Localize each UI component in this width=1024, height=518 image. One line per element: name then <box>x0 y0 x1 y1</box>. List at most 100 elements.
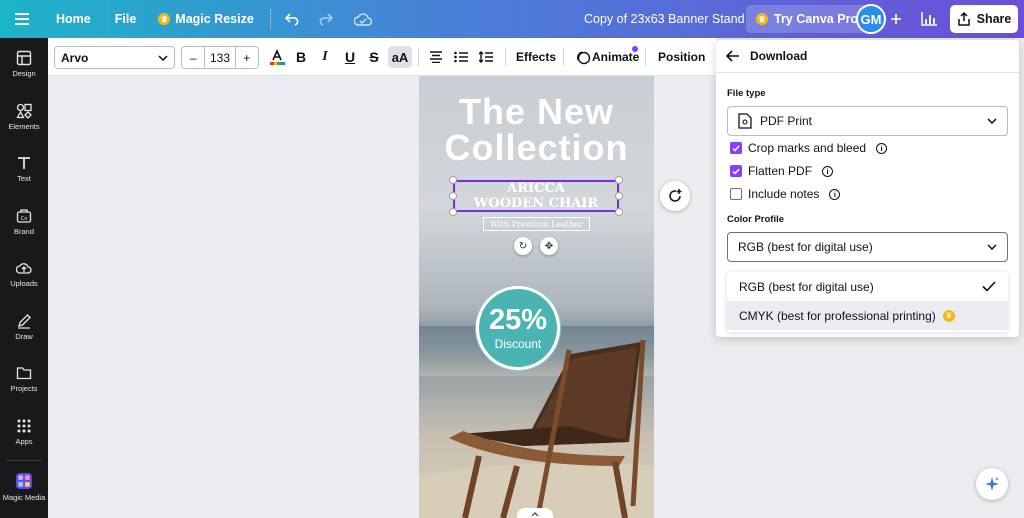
leather-tagline[interactable]: With Premium Leather <box>483 217 590 231</box>
increase-size-button[interactable]: + <box>236 51 258 65</box>
case-icon[interactable]: aA <box>388 46 412 68</box>
try-pro-button[interactable]: ♛ Try Canva Pro <box>746 5 869 33</box>
document-title[interactable]: Copy of 23x63 Banner Stand <box>584 12 745 26</box>
divider <box>418 48 419 66</box>
apps-icon <box>17 419 31 433</box>
crown-icon: ♛ <box>158 13 171 25</box>
color-profile-select[interactable]: RGB (best for digital use) <box>727 232 1008 262</box>
file-menu[interactable]: File <box>103 0 149 38</box>
cloud-save-icon[interactable] <box>347 0 379 38</box>
resize-handle[interactable] <box>615 192 623 200</box>
chevron-down-icon <box>987 244 997 250</box>
file-type-select[interactable]: PDF Print <box>727 106 1008 136</box>
discount-badge[interactable]: 25% Discount <box>476 286 560 370</box>
font-family-select[interactable]: Arvo <box>54 46 175 69</box>
color-profile-label: Color Profile <box>727 214 785 225</box>
align-center-icon[interactable] <box>425 46 447 68</box>
include-notes-option[interactable]: Include notes i <box>730 187 841 201</box>
rail-item-projects[interactable]: Projects <box>0 353 48 406</box>
resize-handle[interactable] <box>615 176 623 184</box>
draw-icon <box>18 313 31 329</box>
chevron-up-icon[interactable] <box>517 508 553 518</box>
resize-handle[interactable] <box>449 208 457 216</box>
rail-item-elements[interactable]: Elements <box>0 91 48 144</box>
elements-icon <box>16 103 32 119</box>
spacing-icon[interactable] <box>475 46 497 68</box>
crown-icon: ♛ <box>942 309 955 322</box>
download-panel: Download File type PDF Print Crop marks … <box>716 40 1019 337</box>
add-collaborator-icon[interactable] <box>886 8 906 30</box>
share-label: Share <box>976 12 1012 26</box>
info-icon[interactable]: i <box>876 142 888 154</box>
chevron-down-icon <box>987 118 997 124</box>
design-icon <box>16 51 32 66</box>
rail-item-brand[interactable]: Co Brand <box>0 196 48 249</box>
position-button[interactable]: Position <box>658 50 705 64</box>
animate-button[interactable]: Animate <box>592 50 639 64</box>
left-rail: Design Elements Text Co Brand Uploads Dr… <box>0 38 48 518</box>
rail-item-draw[interactable]: Draw <box>0 301 48 354</box>
rail-item-design[interactable]: Design <box>0 38 48 91</box>
checkbox-checked[interactable] <box>730 165 742 177</box>
bold-icon[interactable]: B <box>290 46 312 68</box>
strikethrough-icon[interactable]: S <box>363 46 385 68</box>
info-icon[interactable]: i <box>822 165 834 177</box>
insights-icon[interactable] <box>914 5 944 33</box>
redo-icon[interactable] <box>309 0 341 38</box>
flatten-pdf-option[interactable]: Flatten PDF i <box>730 164 834 178</box>
home-link[interactable]: Home <box>44 0 103 38</box>
checkbox-unchecked[interactable] <box>730 188 742 200</box>
new-badge <box>632 46 638 52</box>
magic-resize-label: Magic Resize <box>175 12 254 26</box>
font-size-stepper: – 133 + <box>181 46 259 69</box>
rail-item-apps[interactable]: Apps <box>0 406 48 459</box>
info-icon[interactable]: i <box>829 188 841 200</box>
rail-divider <box>6 460 42 461</box>
underline-icon[interactable]: U <box>339 46 361 68</box>
back-arrow-icon[interactable] <box>726 50 740 62</box>
check-icon <box>982 281 996 292</box>
rotate-icon[interactable]: ↻ <box>514 237 532 255</box>
avatar[interactable]: GM <box>856 4 886 34</box>
resize-handle[interactable] <box>449 176 457 184</box>
effects-button[interactable]: Effects <box>516 50 556 64</box>
divider <box>645 48 646 66</box>
text-color-icon[interactable] <box>266 46 288 68</box>
divider <box>505 48 506 66</box>
undo-icon[interactable] <box>277 0 309 38</box>
italic-icon[interactable]: I <box>314 46 336 68</box>
menu-icon[interactable] <box>0 0 44 38</box>
checkbox-checked[interactable] <box>730 142 742 154</box>
font-size-input[interactable]: 133 <box>204 47 236 68</box>
rail-item-uploads[interactable]: Uploads <box>0 248 48 301</box>
color-profile-value: RGB (best for digital use) <box>738 240 873 254</box>
move-icon[interactable]: ✥ <box>540 237 558 255</box>
magic-assistant-icon[interactable] <box>976 468 1008 500</box>
magic-resize-button[interactable]: ♛ Magic Resize <box>148 0 264 38</box>
decrease-size-button[interactable]: – <box>182 51 204 65</box>
add-page-icon[interactable] <box>660 181 690 211</box>
animate-icon <box>572 46 594 68</box>
rail-item-magic-media[interactable]: Magic Media <box>0 463 48 511</box>
crop-marks-option[interactable]: Crop marks and bleed i <box>730 141 888 155</box>
canvas-title[interactable]: The New Collection <box>419 94 654 166</box>
try-pro-label: Try Canva Pro <box>774 12 859 26</box>
option-rgb[interactable]: RGB (best for digital use) <box>727 272 1008 301</box>
share-button[interactable]: Share <box>950 5 1018 33</box>
editor-toolbar: Arvo – 133 + B I U S aA Effects Animate … <box>48 38 716 76</box>
share-icon <box>957 12 970 26</box>
canvas-title-line2: Collection <box>444 127 629 168</box>
option-cmyk[interactable]: CMYK (best for professional printing) ♛ <box>727 301 1008 330</box>
file-type-value: PDF Print <box>760 114 813 128</box>
resize-handle[interactable] <box>615 208 623 216</box>
bullet-list-icon[interactable] <box>450 46 472 68</box>
font-family-value: Arvo <box>61 50 89 65</box>
top-bar: Home File ♛ Magic Resize Copy of 23x63 B… <box>0 0 1024 38</box>
design-canvas[interactable]: The New Collection ARICCA WOODEN CHAIR W… <box>419 76 654 518</box>
rail-item-text[interactable]: Text <box>0 143 48 196</box>
file-type-label: File type <box>727 88 766 99</box>
brand-icon: Co <box>16 209 32 223</box>
panel-title: Download <box>750 49 808 63</box>
uploads-icon <box>16 263 32 274</box>
resize-handle[interactable] <box>449 192 457 200</box>
